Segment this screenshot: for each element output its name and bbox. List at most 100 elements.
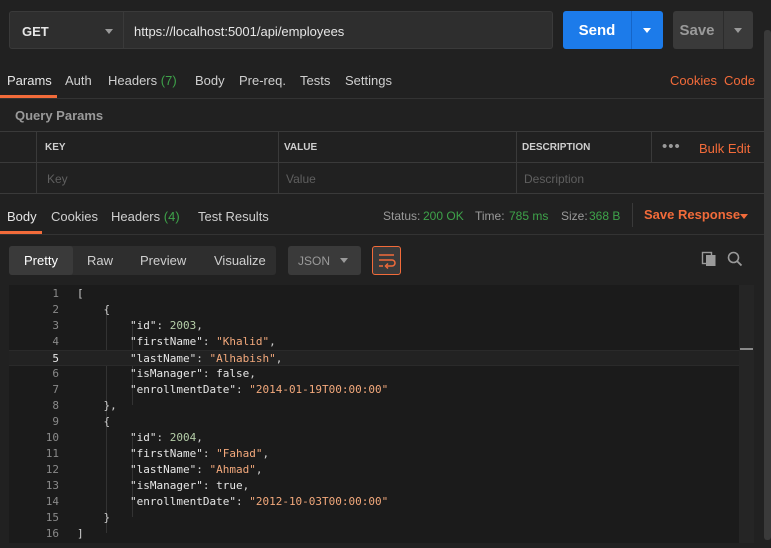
code-line: 15 } xyxy=(9,510,739,526)
wrap-lines-icon xyxy=(379,254,396,270)
save-button[interactable]: Save xyxy=(673,11,753,49)
line-number: 11 xyxy=(45,447,59,460)
editor-scrollbar[interactable] xyxy=(739,285,754,543)
response-code-editor[interactable]: 1[2 {3 "id": 2003, 4 "firstName": "Khalid… xyxy=(9,285,754,543)
column-divider xyxy=(278,132,279,194)
tab-response-headers[interactable]: Headers (4) xyxy=(111,209,180,224)
line-number: 15 xyxy=(45,511,59,524)
tab-active-indicator xyxy=(0,95,57,98)
tab-body[interactable]: Body xyxy=(195,73,225,88)
tab-auth[interactable]: Auth xyxy=(65,73,92,88)
send-divider xyxy=(631,11,632,49)
tab-headers[interactable]: Headers (7) xyxy=(108,73,177,88)
status-label: Status: xyxy=(383,209,421,223)
line-number: 5 xyxy=(52,352,59,365)
code-line: 1[ xyxy=(9,286,739,302)
scroll-marker xyxy=(740,348,753,350)
line-number: 9 xyxy=(52,415,59,428)
more-icon[interactable]: ••• xyxy=(662,138,681,155)
tab-settings[interactable]: Settings xyxy=(345,73,392,88)
method-value: GET xyxy=(22,24,49,39)
code-line: 4 "firstName": "Khalid", xyxy=(9,334,739,350)
line-number: 7 xyxy=(52,383,59,396)
line-number: 12 xyxy=(45,463,59,476)
raw-button[interactable]: Raw xyxy=(87,253,113,268)
code-text: } xyxy=(77,511,111,524)
chevron-down-icon[interactable] xyxy=(643,28,651,33)
line-number: 8 xyxy=(52,399,59,412)
save-divider xyxy=(723,11,724,49)
key-input[interactable]: Key xyxy=(47,172,68,186)
method-select[interactable]: GET xyxy=(9,11,124,49)
chevron-down-icon xyxy=(340,258,348,263)
send-label: Send xyxy=(578,22,616,39)
page-scrollbar[interactable] xyxy=(764,30,771,540)
preview-button[interactable]: Preview xyxy=(140,253,186,268)
column-divider xyxy=(36,132,37,194)
response-tabs: Body Cookies Headers (4) Test Results St… xyxy=(0,199,764,235)
key-header: KEY xyxy=(45,142,66,153)
code-line: 16] xyxy=(9,526,739,542)
code-text: }, xyxy=(77,399,117,412)
pretty-button[interactable]: Pretty xyxy=(24,253,58,268)
send-button[interactable]: Send xyxy=(563,11,663,49)
code-text: "firstName": "Khalid", xyxy=(129,335,276,348)
search-icon[interactable] xyxy=(727,251,743,267)
tab-response-cookies[interactable]: Cookies xyxy=(51,209,98,224)
wrap-lines-button[interactable] xyxy=(372,246,401,275)
copy-icon[interactable] xyxy=(701,251,717,267)
save-response-button[interactable]: Save Response xyxy=(644,207,748,222)
code-text: { xyxy=(77,415,111,428)
code-text: "id": 2004, xyxy=(129,431,203,444)
save-response-label: Save Response xyxy=(644,207,741,222)
code-text: ] xyxy=(77,527,84,540)
tab-prereq[interactable]: Pre-req. xyxy=(239,73,286,88)
code-line: 11 "firstName": "Fahad", xyxy=(9,446,739,462)
code-line: 5 "lastName": "Alhabish", xyxy=(9,350,739,366)
code-text: "id": 2003, xyxy=(129,319,203,332)
cookies-link[interactable]: Cookies xyxy=(670,73,717,88)
code-line: 13 "isManager": true, xyxy=(9,478,739,494)
tab-response-headers-label: Headers xyxy=(111,209,161,224)
tab-params[interactable]: Params xyxy=(7,73,52,88)
query-params-title: Query Params xyxy=(15,108,104,123)
url-input[interactable]: https://localhost:5001/api/employees xyxy=(124,11,553,49)
description-input[interactable]: Description xyxy=(524,172,584,186)
line-number: 3 xyxy=(52,319,59,332)
chevron-down-icon xyxy=(740,214,748,219)
tab-test-results[interactable]: Test Results xyxy=(198,209,269,224)
request-bar: GET https://localhost:5001/api/employees… xyxy=(0,0,771,62)
line-number: 1 xyxy=(52,287,59,300)
line-number: 13 xyxy=(45,479,59,492)
code-line: 14 "enrollmentDate": "2012-10-03T00:00:0… xyxy=(9,494,739,510)
code-text: "isManager": true, xyxy=(129,479,250,492)
view-mode-toolbar: Pretty Raw Preview Visualize xyxy=(9,246,276,275)
tab-tests[interactable]: Tests xyxy=(300,73,330,88)
tab-response-body[interactable]: Body xyxy=(7,209,37,224)
query-params-table: KEY VALUE DESCRIPTION ••• Bulk Edit Key … xyxy=(0,131,764,194)
code-text: "enrollmentDate": "2014-01-19T00:00:00" xyxy=(129,383,389,396)
request-tabs: Params Auth Headers (7) Body Pre-req. Te… xyxy=(0,62,764,99)
chevron-down-icon[interactable] xyxy=(734,28,742,33)
code-line: 2 { xyxy=(9,302,739,318)
headers-count: (7) xyxy=(160,73,177,88)
value-input[interactable]: Value xyxy=(286,172,316,186)
value-header: VALUE xyxy=(284,142,318,153)
save-label: Save xyxy=(679,22,715,39)
code-text: "lastName": "Ahmad", xyxy=(129,463,263,476)
code-text: "isManager": false, xyxy=(129,367,256,380)
line-number: 6 xyxy=(52,367,59,380)
code-line: 9 { xyxy=(9,414,739,430)
size-label: Size: xyxy=(561,209,588,223)
table-header-row xyxy=(0,132,764,163)
code-line: 12 "lastName": "Ahmad", xyxy=(9,462,739,478)
code-link[interactable]: Code xyxy=(724,73,755,88)
line-number: 2 xyxy=(52,303,59,316)
bulk-edit-link[interactable]: Bulk Edit xyxy=(699,141,750,156)
code-text: [ xyxy=(77,287,84,300)
tab-headers-label: Headers xyxy=(108,73,158,88)
code-line: 3 "id": 2003, xyxy=(9,318,739,334)
format-select[interactable]: JSON xyxy=(288,246,361,275)
chevron-down-icon xyxy=(105,29,113,34)
visualize-button[interactable]: Visualize xyxy=(214,253,266,268)
